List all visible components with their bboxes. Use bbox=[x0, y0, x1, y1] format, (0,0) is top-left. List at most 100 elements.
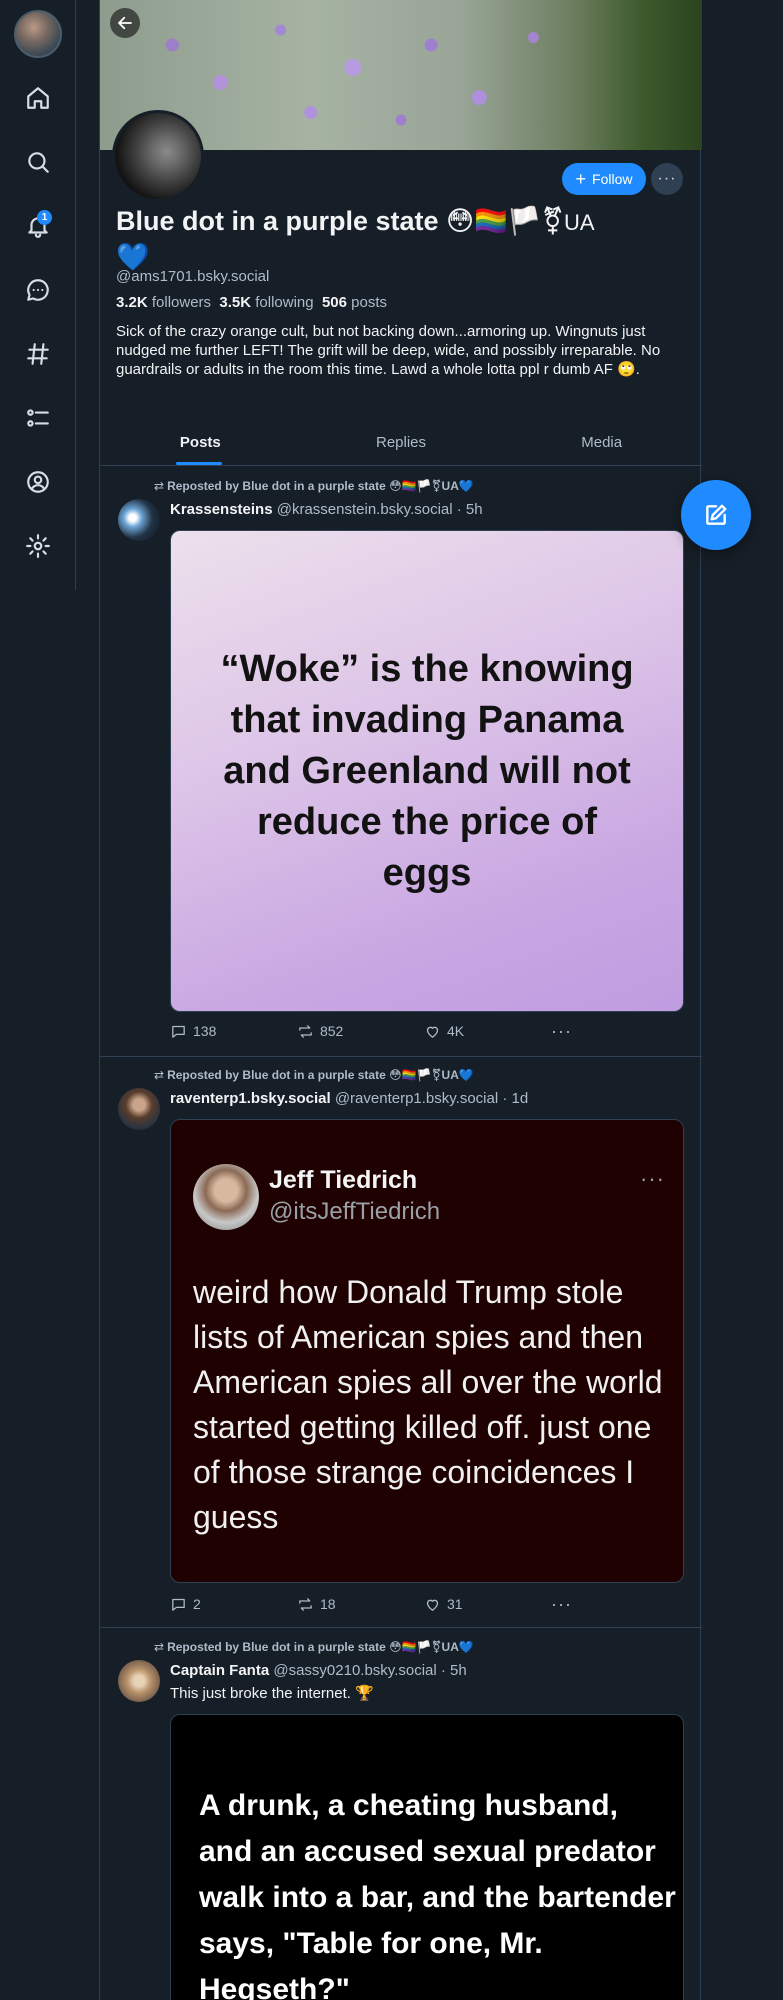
like-count: 31 bbox=[446, 1596, 463, 1612]
heart-icon bbox=[426, 1599, 439, 1611]
post-actions: 2 18 31 ··· bbox=[170, 1593, 590, 1615]
tab-media[interactable]: Media bbox=[501, 420, 702, 465]
reply-count: 2 bbox=[193, 1596, 201, 1612]
repost-button[interactable]: 18 bbox=[297, 1593, 424, 1615]
post-image-text: “Woke” is the knowing that invading Pana… bbox=[220, 647, 634, 894]
nav-chat-button[interactable] bbox=[18, 270, 58, 310]
repost-label: Reposted by Blue dot in a purple state 😳… bbox=[167, 1640, 474, 1654]
posts-stat: 506 posts bbox=[322, 294, 387, 311]
repost-indicator: ⇄ Reposted by Blue dot in a purple state … bbox=[154, 1640, 474, 1654]
repost-indicator: ⇄ Reposted by Blue dot in a purple state … bbox=[154, 479, 474, 493]
tweet-author-name: Jeff Tiedrich bbox=[269, 1166, 418, 1194]
search-icon bbox=[28, 152, 49, 173]
post-more-button[interactable]: ··· bbox=[551, 1020, 590, 1042]
list-icon bbox=[27, 409, 49, 427]
repost-label: Reposted by Blue dot in a purple state 😳… bbox=[167, 1068, 474, 1082]
like-count: 4K bbox=[446, 1023, 465, 1039]
post-meta: @krassenstein.bsky.social · 5h bbox=[276, 501, 483, 518]
repost-count: 18 bbox=[319, 1596, 336, 1612]
profile-icon bbox=[27, 471, 49, 493]
profile-tabs: Posts Replies Media bbox=[100, 420, 702, 466]
post-meta: @sassy0210.bsky.social · 5h bbox=[273, 1662, 467, 1679]
home-icon bbox=[27, 87, 49, 109]
post-author-avatar[interactable] bbox=[118, 1660, 160, 1702]
post-author-avatar[interactable] bbox=[118, 499, 160, 541]
repost-arrows-icon bbox=[299, 1597, 312, 1611]
display-name-suffix: UA bbox=[564, 210, 595, 235]
followers-label: followers bbox=[151, 294, 212, 311]
repost-arrows-icon bbox=[299, 1024, 312, 1038]
reply-count: 138 bbox=[193, 1023, 217, 1039]
repost-count: 852 bbox=[319, 1023, 344, 1039]
back-button[interactable] bbox=[110, 8, 140, 38]
repost-indicator: ⇄ Reposted by Blue dot in a purple state … bbox=[154, 1068, 474, 1082]
followers-count: 3.2K bbox=[116, 294, 148, 311]
post-author-avatar[interactable] bbox=[118, 1088, 160, 1130]
nav-notifications-button[interactable]: 1 bbox=[18, 206, 58, 246]
reply-icon bbox=[172, 1025, 185, 1038]
following-count: 3.5K bbox=[219, 294, 252, 311]
follow-button[interactable]: + Follow bbox=[562, 163, 646, 195]
post-header: raventerp1.bsky.social @raventerp1.bsky.… bbox=[170, 1090, 528, 1107]
chat-bubble-icon bbox=[27, 279, 49, 301]
repost-icon: ⇄ bbox=[154, 1640, 165, 1654]
current-user-avatar[interactable] bbox=[14, 10, 62, 58]
following-link[interactable]: 3.5K following bbox=[219, 294, 313, 311]
compose-post-button[interactable] bbox=[681, 480, 751, 550]
nav-search-button[interactable] bbox=[18, 142, 58, 182]
profile-bio: Sick of the crazy orange cult, but not b… bbox=[116, 323, 661, 378]
repost-button[interactable]: 852 bbox=[297, 1020, 424, 1042]
tweet-author-handle: @itsJeffTiedrich bbox=[269, 1198, 441, 1225]
follow-button-label: Follow bbox=[592, 171, 633, 187]
like-button[interactable]: 4K bbox=[424, 1020, 551, 1042]
repost-icon: ⇄ bbox=[154, 1068, 165, 1082]
compose-pencil-icon bbox=[706, 504, 727, 525]
post-image-text: A drunk, a cheating husband, and an accu… bbox=[199, 1789, 676, 2000]
profile-display-name: Blue dot in a purple state 😳🏳️‍🌈🏳️⚧UA 💙 bbox=[116, 204, 686, 274]
profile-more-button[interactable]: ··· bbox=[651, 163, 683, 195]
nav-feeds-button[interactable] bbox=[18, 334, 58, 374]
post-text: This just broke the internet. 🏆 bbox=[170, 1685, 374, 1702]
repost-icon: ⇄ bbox=[154, 479, 165, 493]
tweet-more-icon: ··· bbox=[640, 1166, 665, 1191]
plus-icon: + bbox=[575, 169, 587, 189]
following-label: following bbox=[255, 294, 314, 311]
reply-button[interactable]: 2 bbox=[170, 1593, 297, 1615]
nav-home-button[interactable] bbox=[18, 78, 58, 118]
nav-profile-button[interactable] bbox=[18, 462, 58, 502]
gear-icon bbox=[26, 534, 50, 558]
reply-icon bbox=[172, 1598, 185, 1611]
post-image[interactable]: “Woke” is the knowing that invading Pana… bbox=[170, 530, 684, 1012]
nav-settings-button[interactable] bbox=[18, 526, 58, 566]
left-nav-rail: 1 bbox=[0, 0, 76, 590]
profile-avatar[interactable] bbox=[112, 110, 204, 202]
display-name-text: Blue dot in a purple state 😳🏳️‍🌈🏳️⚧ bbox=[116, 206, 565, 236]
repost-label: Reposted by Blue dot in a purple state 😳… bbox=[167, 479, 474, 493]
post-author-name[interactable]: Captain Fanta bbox=[170, 1662, 269, 1679]
post-author-name[interactable]: Krassensteins bbox=[170, 501, 273, 518]
heart-icon bbox=[426, 1026, 439, 1038]
tab-posts[interactable]: Posts bbox=[100, 420, 301, 465]
post-header: Krassensteins @krassenstein.bsky.social … bbox=[170, 501, 483, 518]
nav-lists-button[interactable] bbox=[18, 398, 58, 438]
posts-label: posts bbox=[351, 294, 388, 311]
like-button[interactable]: 31 bbox=[424, 1593, 551, 1615]
followers-link[interactable]: 3.2K followers bbox=[116, 294, 211, 311]
arrow-left-icon bbox=[118, 16, 132, 30]
posts-count: 506 bbox=[321, 294, 347, 311]
profile-stats: 3.2K followers 3.5K following 506 posts bbox=[116, 294, 387, 311]
post-author-name[interactable]: raventerp1.bsky.social bbox=[170, 1090, 331, 1107]
post-more-button[interactable]: ··· bbox=[551, 1593, 590, 1615]
post-actions: 138 852 4K ··· bbox=[170, 1020, 590, 1042]
hashtag-icon bbox=[27, 343, 49, 365]
tab-replies[interactable]: Replies bbox=[301, 420, 502, 465]
tweet-body-text: weird how Donald Trump stole lists of Am… bbox=[193, 1274, 663, 1535]
post-meta: @raventerp1.bsky.social · 1d bbox=[334, 1090, 529, 1107]
profile-main-column: + Follow ··· Blue dot in a purple state … bbox=[99, 0, 702, 2000]
post-image[interactable]: A drunk, a cheating husband, and an accu… bbox=[170, 1714, 684, 2000]
profile-handle: @ams1701.bsky.social bbox=[116, 268, 270, 285]
notification-badge: 1 bbox=[37, 210, 52, 225]
post-image[interactable]: Jeff Tiedrich @itsJeffTiedrich ··· weird… bbox=[170, 1119, 684, 1583]
reply-button[interactable]: 138 bbox=[170, 1020, 297, 1042]
post-header: Captain Fanta @sassy0210.bsky.social · 5… bbox=[170, 1662, 467, 1679]
